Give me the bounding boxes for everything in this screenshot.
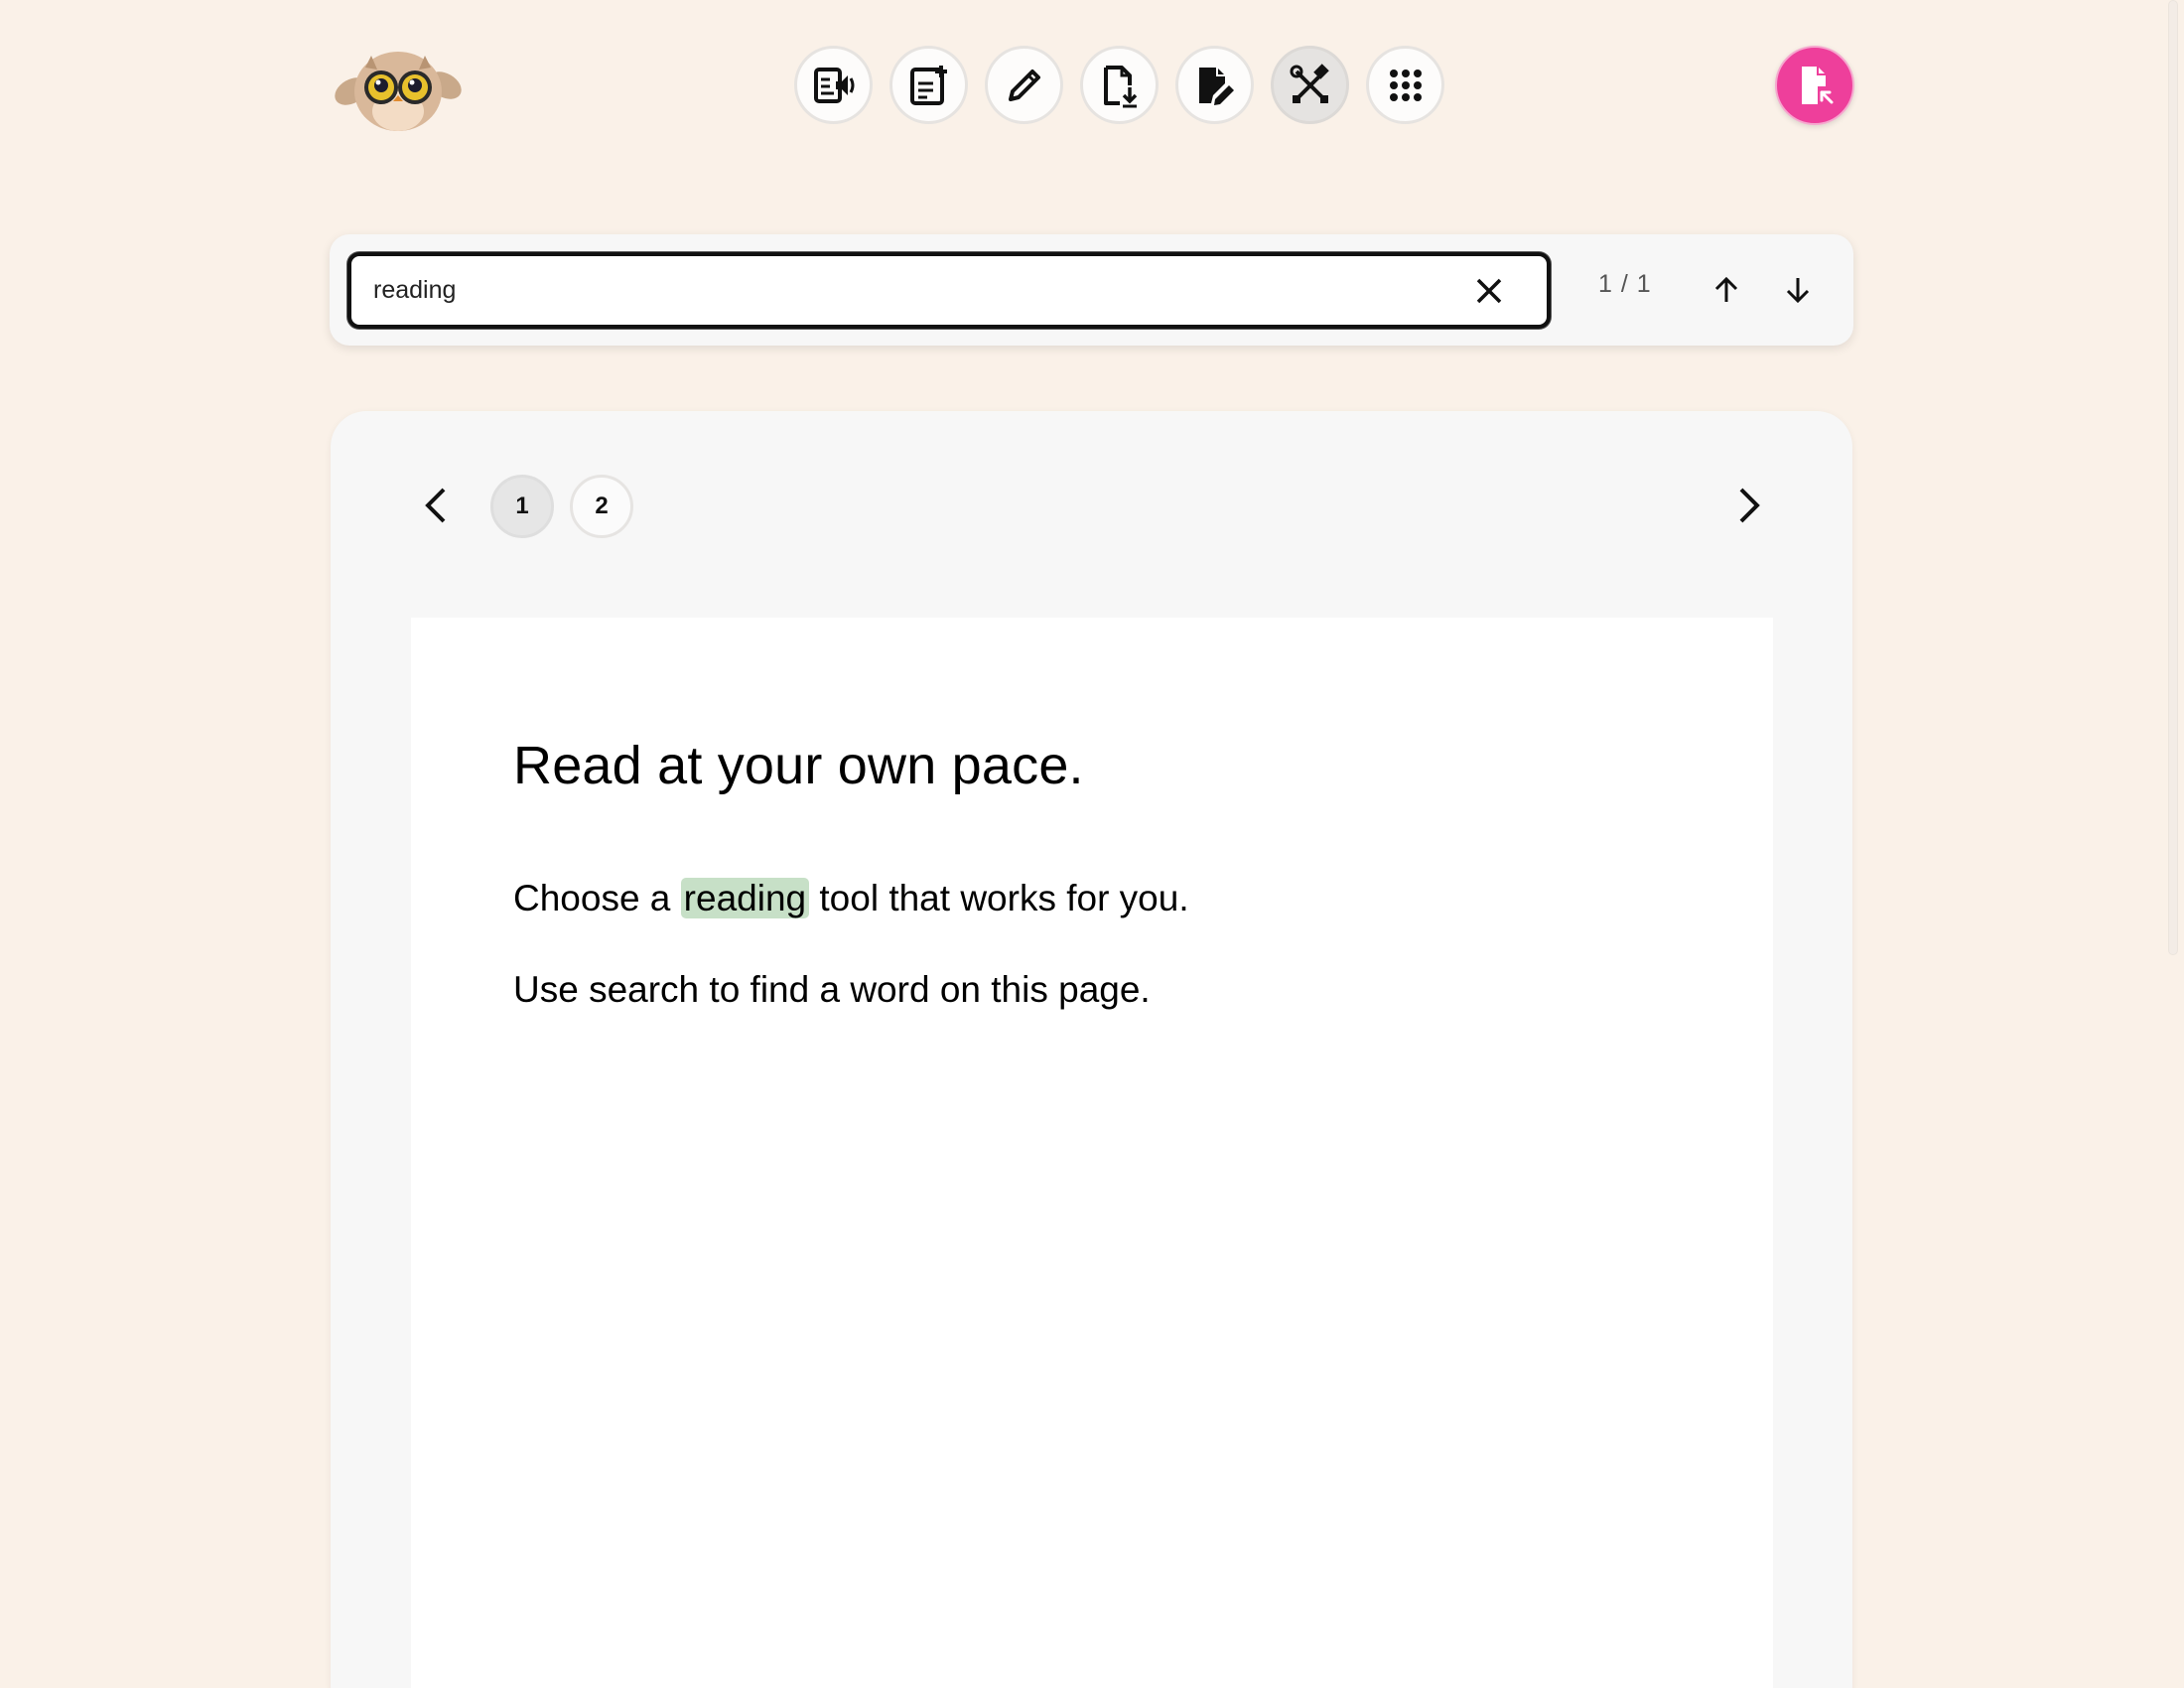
- page-button-2[interactable]: 2: [570, 475, 633, 538]
- arrow-down-icon: [1786, 278, 1810, 304]
- chevron-right-icon: [1739, 488, 1760, 523]
- pencil-icon: [1008, 69, 1040, 101]
- page-button-1[interactable]: 1: [490, 475, 554, 538]
- document-title: Read at your own pace.: [513, 736, 1084, 795]
- search-match-count: 1 / 1: [1598, 270, 1652, 298]
- add-note-button[interactable]: [889, 46, 968, 124]
- edit-document-button[interactable]: [1175, 46, 1254, 124]
- previous-match-button[interactable]: [1699, 262, 1754, 318]
- search-panel: 1 / 1: [330, 234, 1853, 346]
- tools-icon: [1290, 63, 1329, 103]
- next-page-button[interactable]: [1721, 475, 1777, 536]
- search-input[interactable]: [351, 256, 1459, 325]
- draw-button[interactable]: [985, 46, 1063, 124]
- close-icon: [1476, 278, 1502, 303]
- add-note-icon: [909, 65, 947, 105]
- chevron-left-icon: [425, 488, 446, 523]
- read-aloud-icon: [813, 67, 854, 103]
- export-document-button[interactable]: [1775, 46, 1854, 125]
- owl-logo: [332, 36, 465, 135]
- paragraph-text: Choose a: [513, 878, 681, 918]
- previous-page-button[interactable]: [408, 475, 464, 536]
- grid-icon: [1389, 69, 1422, 101]
- file-export-icon: [1802, 67, 1834, 104]
- apps-grid-button[interactable]: [1366, 46, 1444, 124]
- app-root: 1 / 1 1 2 Read at your own pace. Choose …: [0, 0, 2184, 1688]
- download-button[interactable]: [1080, 46, 1159, 124]
- next-match-button[interactable]: [1770, 262, 1826, 318]
- clear-search-button[interactable]: [1459, 261, 1519, 321]
- paragraph-text: tool that works for you.: [809, 878, 1189, 918]
- search-box: [347, 252, 1551, 329]
- tools-button[interactable]: [1271, 46, 1349, 124]
- file-download-icon: [1103, 65, 1137, 107]
- document-paragraph-2: Use search to find a word on this page.: [513, 969, 1151, 1010]
- main-toolbar: [794, 46, 1444, 124]
- vertical-scrollbar[interactable]: [2168, 0, 2178, 955]
- document-paragraph-1: Choose a reading tool that works for you…: [513, 878, 1189, 919]
- read-aloud-button[interactable]: [794, 46, 873, 124]
- file-edit-icon: [1198, 67, 1234, 105]
- arrow-up-icon: [1714, 276, 1738, 302]
- search-highlight: reading: [680, 878, 810, 918]
